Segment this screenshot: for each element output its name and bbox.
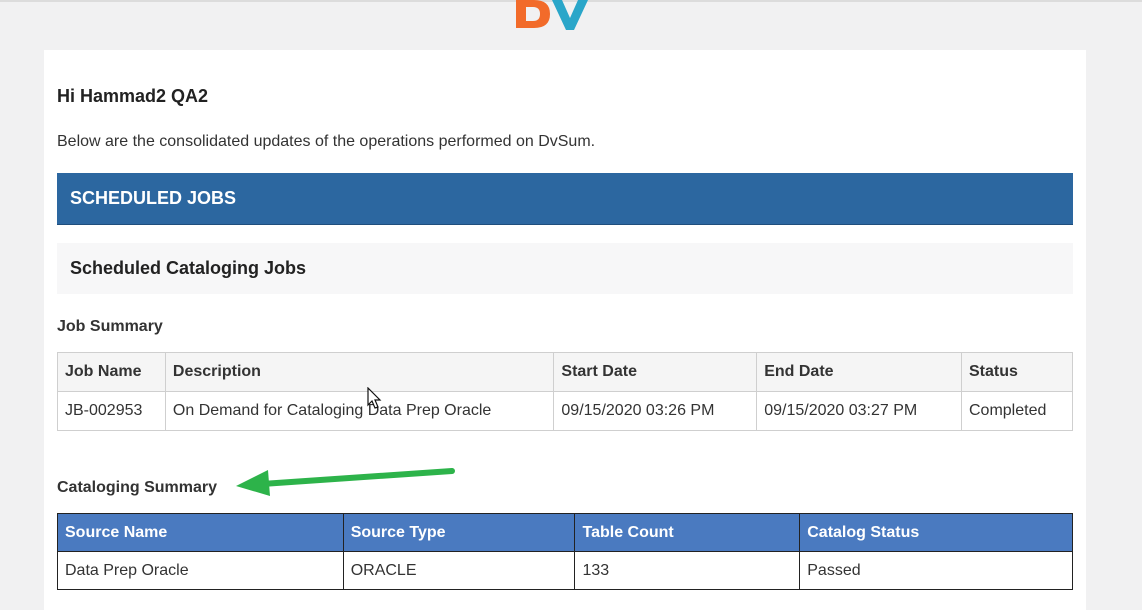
dvsum-logo [516,0,588,30]
description-cell: On Demand for Cataloging Data Prep Oracl… [164,391,555,431]
source-type-cell: ORACLE [342,551,576,590]
greeting: Hi Hammad2 QA2 [57,86,209,106]
end-date-cell: 09/15/2020 03:27 PM [756,391,962,431]
status-cell: Completed [961,391,1073,431]
column-header: Description [164,352,555,392]
cataloging-summary-label: Cataloging Summary [57,479,218,496]
job-summary-label: Job Summary [57,318,163,335]
column-header: Status [961,352,1073,392]
job-name-cell: JB-002953 [57,391,166,431]
source-name-cell: Data Prep Oracle [57,551,344,590]
table-row: JB-002953 On Demand for Cataloging Data … [57,391,1073,431]
table-header-row: Source Name Source Type Table Count Cata… [57,513,1073,552]
column-header: Catalog Status [799,513,1073,552]
table-header-row: Job Name Description Start Date End Date… [57,352,1073,392]
column-header: Source Name [57,513,344,552]
mouse-cursor-icon [367,387,382,409]
column-header: Start Date [553,352,758,392]
column-header: Job Name [57,352,166,392]
table-row: Data Prep Oracle ORACLE 133 Passed [57,551,1073,590]
column-header: Table Count [574,513,801,552]
job-summary-table: Job Name Description Start Date End Date… [57,352,1073,431]
table-count-cell: 133 [574,551,801,590]
cataloging-summary-table: Source Name Source Type Table Count Cata… [57,513,1073,590]
intro-text: Below are the consolidated updates of th… [57,133,596,150]
email-body: Hi Hammad2 QA2 Below are the consolidate… [44,50,1086,610]
catalog-status-cell: Passed [799,551,1073,590]
scheduled-cataloging-jobs-heading: Scheduled Cataloging Jobs [57,243,1073,294]
start-date-cell: 09/15/2020 03:26 PM [553,391,758,431]
scheduled-jobs-banner: SCHEDULED JOBS [57,173,1073,224]
column-header: End Date [756,352,962,392]
green-arrow-icon [236,468,455,496]
column-header: Source Type [342,513,576,552]
